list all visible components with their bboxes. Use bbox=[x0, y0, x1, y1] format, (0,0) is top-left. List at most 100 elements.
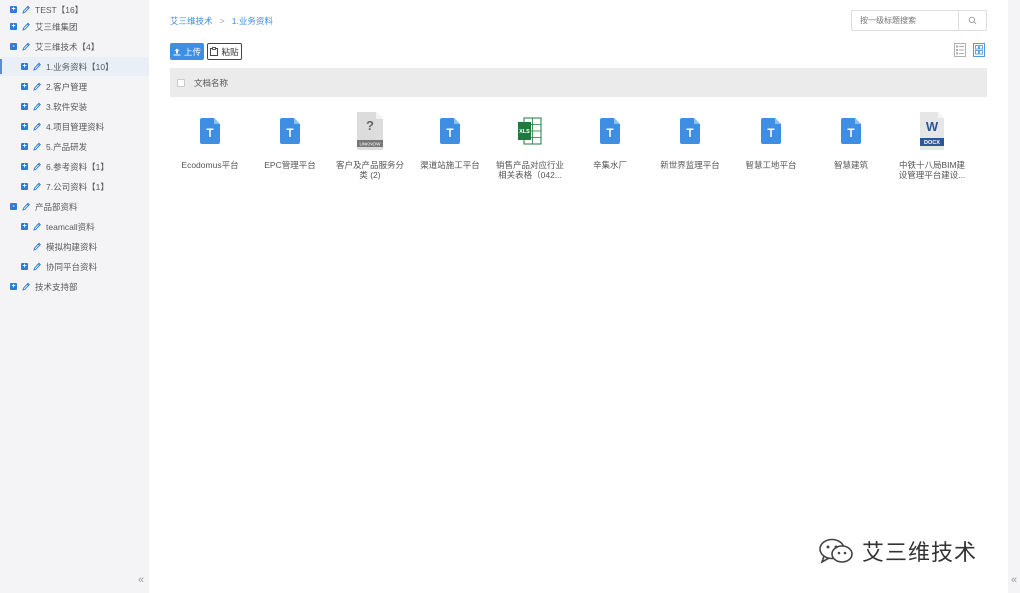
pencil-icon bbox=[22, 282, 30, 291]
file-name: 辛集水厂 bbox=[592, 160, 627, 170]
expand-node-icon[interactable]: + bbox=[21, 143, 28, 150]
file-item[interactable]: EPC管理平台 bbox=[250, 110, 330, 190]
pencil-icon bbox=[22, 22, 30, 31]
grid-view-icon[interactable] bbox=[973, 43, 985, 57]
expand-node-icon[interactable]: + bbox=[21, 103, 28, 110]
tree-item[interactable]: +1.业务资料【10】 bbox=[0, 57, 149, 76]
file-list-header: 文档名称 bbox=[170, 68, 987, 97]
expand-right-panel-button[interactable]: « bbox=[1011, 574, 1017, 586]
collapse-sidebar-button[interactable]: « bbox=[138, 574, 144, 586]
file-item[interactable]: W DOCX 中铁十八局BIM建设管理平台建设... bbox=[892, 110, 972, 190]
tree-item-label: 协同平台资料 bbox=[46, 261, 98, 272]
wechat-icon bbox=[819, 538, 853, 564]
text-document-icon bbox=[680, 118, 700, 144]
sidebar-tree: + TEST【16】 + 艾三维集团 - 艾三维技术【4】 +1.业务资料【10】 +2.客户… bbox=[0, 0, 149, 593]
pencil-icon bbox=[33, 82, 41, 91]
tree-item[interactable]: 模拟构建资料 bbox=[0, 237, 149, 256]
svg-text:?: ? bbox=[366, 118, 374, 133]
collapse-node-icon[interactable]: - bbox=[10, 43, 17, 50]
tree-item[interactable]: + 协同平台资料 bbox=[0, 257, 149, 276]
text-document-icon bbox=[200, 118, 220, 144]
file-icon-wrapper bbox=[761, 110, 781, 152]
right-panel-strip bbox=[1008, 0, 1020, 593]
svg-text:W: W bbox=[926, 119, 939, 134]
file-item[interactable]: 渠道站施工平台 bbox=[410, 110, 490, 190]
pencil-icon bbox=[33, 162, 41, 171]
file-item[interactable]: ? UNKNOW 客户及产品服务分类 (2) bbox=[330, 110, 410, 190]
tree-item-label: 模拟构建资料 bbox=[46, 241, 98, 252]
tree-item-label: 4.项目管理资料 bbox=[46, 121, 105, 132]
text-document-icon bbox=[841, 118, 861, 144]
pencil-icon bbox=[33, 142, 41, 151]
text-document-icon bbox=[440, 118, 460, 144]
expand-node-icon[interactable]: + bbox=[10, 6, 17, 13]
pencil-icon bbox=[33, 242, 41, 251]
tree-item-label: 艾三维集团 bbox=[35, 21, 78, 32]
tree-item[interactable]: + 艾三维集团 bbox=[0, 17, 149, 36]
expand-node-icon[interactable]: + bbox=[21, 63, 28, 70]
tree-item[interactable]: + 技术支持部 bbox=[0, 277, 149, 296]
tree-item[interactable]: +4.项目管理资料 bbox=[0, 117, 149, 136]
word-file-icon: W DOCX bbox=[920, 112, 944, 150]
tree-item-label: 3.软件安装 bbox=[46, 101, 88, 112]
file-item[interactable]: Ecodomus平台 bbox=[170, 110, 250, 190]
search-input[interactable] bbox=[852, 16, 956, 25]
tree-item[interactable]: - 产品部资料 bbox=[0, 197, 149, 216]
file-icon-wrapper: ? UNKNOW bbox=[357, 110, 383, 152]
breadcrumb-separator: > bbox=[219, 16, 225, 26]
expand-node-icon[interactable]: + bbox=[21, 263, 28, 270]
file-item[interactable]: XLS 销售产品对应行业相关表格（042... bbox=[490, 110, 570, 190]
tree-item[interactable]: +6.参考资料【1】 bbox=[0, 157, 149, 176]
file-icon-wrapper bbox=[280, 110, 300, 152]
tree-item-label: teamcall资料 bbox=[46, 221, 95, 232]
file-item[interactable]: 新世界监理平台 bbox=[650, 110, 730, 190]
column-header-name[interactable]: 文档名称 bbox=[194, 77, 228, 89]
file-name: 新世界监理平台 bbox=[660, 160, 720, 170]
search-button[interactable] bbox=[958, 11, 986, 30]
breadcrumb: 艾三维技术 > 1.业务资料 bbox=[170, 15, 273, 27]
file-name: EPC管理平台 bbox=[264, 160, 316, 170]
tree-item[interactable]: - 艾三维技术【4】 bbox=[0, 37, 149, 56]
file-name: Ecodomus平台 bbox=[181, 160, 239, 170]
expand-node-icon[interactable]: + bbox=[10, 283, 17, 290]
list-view-icon[interactable] bbox=[954, 43, 966, 57]
paste-button[interactable]: 粘贴 bbox=[207, 43, 242, 60]
pencil-icon bbox=[33, 122, 41, 131]
breadcrumb-root[interactable]: 艾三维技术 bbox=[170, 15, 213, 27]
expand-node-icon[interactable]: + bbox=[21, 83, 28, 90]
expand-node-icon[interactable]: + bbox=[10, 23, 17, 30]
file-name: 智慧工地平台 bbox=[745, 160, 797, 170]
pencil-icon bbox=[22, 42, 30, 51]
tree-item[interactable]: +5.产品研发 bbox=[0, 137, 149, 156]
tree-item-label: 1.业务资料【10】 bbox=[46, 61, 114, 72]
tree-item-label: 6.参考资料【1】 bbox=[46, 161, 109, 172]
svg-text:UNKNOW: UNKNOW bbox=[360, 142, 382, 147]
file-item[interactable]: 辛集水厂 bbox=[570, 110, 650, 190]
breadcrumb-current[interactable]: 1.业务资料 bbox=[232, 15, 273, 27]
tree-item-label: 技术支持部 bbox=[35, 281, 78, 292]
watermark: 艾三维技术 bbox=[818, 535, 977, 567]
pencil-icon bbox=[33, 102, 41, 111]
select-all-checkbox[interactable] bbox=[177, 78, 185, 87]
expand-node-icon[interactable]: + bbox=[21, 183, 28, 190]
upload-icon bbox=[173, 48, 181, 55]
file-item[interactable]: 智慧建筑 bbox=[811, 110, 891, 190]
tree-item[interactable]: +7.公司资料【1】 bbox=[0, 177, 149, 196]
tree-item[interactable]: +2.客户管理 bbox=[0, 77, 149, 96]
file-name: 销售产品对应行业相关表格（042... bbox=[495, 160, 564, 180]
tree-item[interactable]: +3.软件安装 bbox=[0, 97, 149, 116]
expand-node-icon[interactable]: + bbox=[21, 163, 28, 170]
file-name: 智慧建筑 bbox=[833, 160, 868, 170]
text-document-icon bbox=[280, 118, 300, 144]
text-document-icon bbox=[761, 118, 781, 144]
upload-button[interactable]: 上传 bbox=[170, 43, 204, 60]
file-icon-wrapper bbox=[841, 110, 861, 152]
file-icon-wrapper bbox=[680, 110, 700, 152]
upload-label: 上传 bbox=[183, 46, 201, 57]
paste-label: 粘贴 bbox=[221, 46, 239, 57]
expand-node-icon[interactable]: + bbox=[21, 123, 28, 130]
expand-node-icon[interactable]: + bbox=[21, 223, 28, 230]
file-item[interactable]: 智慧工地平台 bbox=[731, 110, 811, 190]
collapse-node-icon[interactable]: - bbox=[10, 203, 17, 210]
tree-item[interactable]: + teamcall资料 bbox=[0, 217, 149, 236]
